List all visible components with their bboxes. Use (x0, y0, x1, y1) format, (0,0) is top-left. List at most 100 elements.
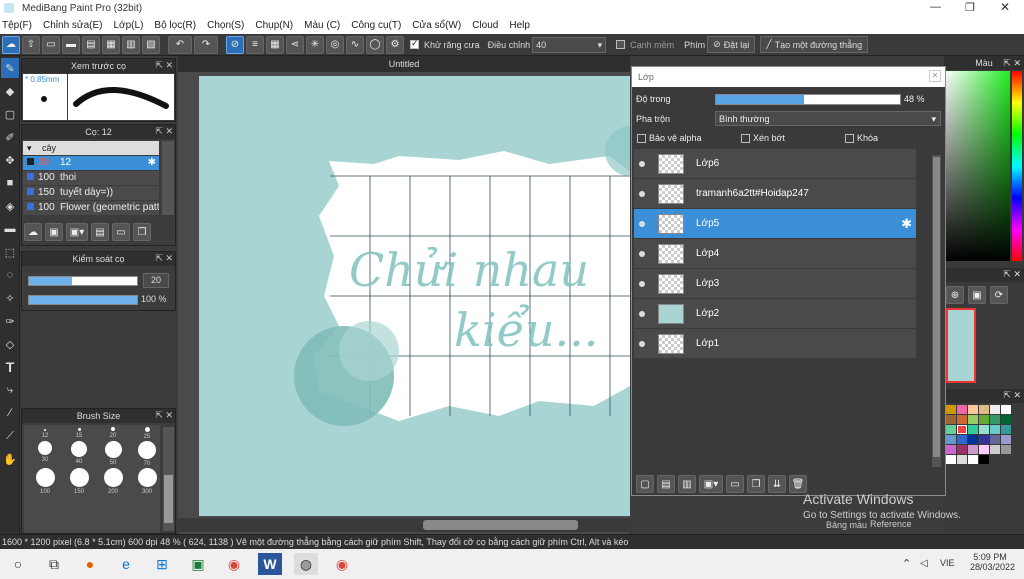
panel-controls-icon[interactable]: ⇱ ✕ (1003, 56, 1021, 70)
size-preset[interactable]: 30 (30, 441, 60, 467)
menu-help[interactable]: Help (509, 20, 530, 31)
menu-select[interactable]: Chọn(S) (207, 20, 244, 31)
protect-alpha-checkbox[interactable] (637, 134, 646, 144)
visibility-icon[interactable] (639, 310, 645, 317)
magic-wand-icon[interactable]: ✧ (1, 288, 19, 308)
firefox-icon[interactable]: ● (78, 553, 102, 575)
folder-icon[interactable]: ▭ (726, 475, 744, 493)
settings-snap-icon[interactable]: ⚙ (386, 35, 404, 54)
artwork-canvas[interactable]: Chửi nhau kiểu... (199, 76, 630, 516)
layer-row[interactable]: tramanh6a2tt#Hoidap247 (634, 179, 916, 208)
dropper-icon[interactable]: ⟋ (1, 426, 19, 446)
panel-icon[interactable]: ▥ (122, 35, 140, 54)
reset-button[interactable]: ⊘ Đặt lại (707, 36, 756, 53)
layer-row[interactable]: Lớp3 (634, 269, 916, 298)
brush-item-selected[interactable]: 20 12 ✱ (23, 156, 159, 170)
menu-filter[interactable]: Bộ lọc(R) (154, 20, 196, 31)
eyedropper-icon[interactable]: ⁄ (1, 403, 19, 423)
folder-icon[interactable]: ▭ (112, 223, 130, 241)
rect-tool-icon[interactable]: ▢ (1, 104, 19, 124)
task-view-icon[interactable]: ⧉ (42, 553, 66, 575)
swatch[interactable] (957, 445, 967, 454)
swatch[interactable] (1001, 415, 1011, 424)
menu-window[interactable]: Cửa sổ(W) (412, 20, 461, 31)
new-8bit-icon[interactable]: ▥ (678, 475, 696, 493)
protect-alpha-option[interactable]: Bảo vệ alpha (637, 133, 702, 144)
size-preset[interactable]: 50 (98, 441, 128, 467)
layer-scrollbar[interactable] (932, 155, 941, 467)
lock-option[interactable]: Khóa (845, 133, 878, 144)
fit-icon[interactable]: ▣ (968, 286, 986, 304)
edge-icon[interactable]: e (114, 553, 138, 575)
rotate-icon[interactable]: ⟳ (990, 286, 1008, 304)
brush-group[interactable]: ▾ cây (23, 141, 159, 155)
lock-checkbox[interactable] (845, 134, 854, 144)
select-eraser-icon[interactable]: ◇ (1, 334, 19, 354)
language-indicator[interactable]: VIE (940, 558, 955, 568)
swatch[interactable] (990, 435, 1000, 444)
size-preset[interactable]: 200 (98, 468, 128, 495)
swatch[interactable] (979, 435, 989, 444)
add-layer-menu-icon[interactable]: ▣▾ (699, 475, 723, 493)
swatch[interactable] (1001, 455, 1011, 464)
close-icon[interactable]: ✕ (929, 70, 941, 82)
size-preset[interactable]: 12 (30, 427, 60, 440)
undo-icon[interactable]: ↶ (168, 35, 192, 54)
clip-checkbox[interactable] (741, 134, 750, 144)
swatch[interactable] (990, 425, 1000, 434)
swatch[interactable] (1001, 435, 1011, 444)
chat-icon[interactable]: ▬ (62, 35, 80, 54)
swatch[interactable] (957, 415, 967, 424)
swatch[interactable] (957, 455, 967, 464)
vanish-snap-icon[interactable]: ⋖ (286, 35, 304, 54)
swatch[interactable] (968, 405, 978, 414)
volume-icon[interactable]: ◁ (920, 558, 928, 569)
eraser-tool-icon[interactable]: ◆ (1, 81, 19, 101)
text-tool-icon[interactable]: T (1, 357, 19, 377)
snap-off-icon[interactable]: ⊘ (226, 35, 244, 54)
layer-opacity-slider[interactable] (715, 94, 901, 105)
straight-line-button[interactable]: ╱ Tạo một đường thẳng (760, 36, 869, 53)
search-icon[interactable]: ○ (6, 553, 30, 575)
swatch[interactable] (1001, 405, 1011, 414)
swatch[interactable] (957, 425, 967, 434)
share-icon[interactable]: ⇧ (22, 35, 40, 54)
move-tool-icon[interactable]: ✥ (1, 150, 19, 170)
swatch[interactable] (946, 455, 956, 464)
swatch[interactable] (946, 445, 956, 454)
chevron-up-icon[interactable]: ⌃ (902, 557, 911, 570)
size-slider[interactable] (28, 276, 138, 286)
size-preset[interactable]: 100 (30, 468, 60, 495)
panel-controls-icon[interactable]: ⇱ ✕ (155, 126, 173, 137)
brush-tool-icon[interactable]: ✎ (1, 58, 19, 78)
layer-window-titlebar[interactable]: Lớp ✕ (632, 67, 945, 87)
canvas-hscrollbar[interactable] (178, 518, 630, 532)
size-preset[interactable]: 150 (64, 468, 94, 495)
opacity-slider[interactable] (28, 295, 138, 305)
layer-row[interactable]: Lớp2 (634, 299, 916, 328)
zoom-in-icon[interactable]: ⊕ (946, 286, 964, 304)
swatch[interactable] (957, 405, 967, 414)
layer-row[interactable]: Lớp6 (634, 149, 916, 178)
swatch[interactable] (946, 415, 956, 424)
antialias-checkbox[interactable] (410, 38, 419, 49)
canvas-tab[interactable]: Untitled (178, 56, 630, 72)
hue-slider[interactable] (1012, 71, 1022, 261)
size-preset[interactable]: 40 (64, 441, 94, 467)
swatch[interactable] (946, 405, 956, 414)
minimize-icon[interactable]: — (930, 1, 941, 13)
excel-icon[interactable]: ▣ (186, 553, 210, 575)
grid-icon[interactable]: ▦ (102, 35, 120, 54)
pen-tool-icon[interactable]: ✐ (1, 127, 19, 147)
layer-row[interactable]: Lớp4 (634, 239, 916, 268)
scroll-thumb[interactable] (423, 520, 578, 530)
gear-icon[interactable]: ✱ (148, 156, 156, 170)
clock[interactable]: 5:09 PM 28/03/2022 (970, 552, 1015, 572)
swatch[interactable] (979, 425, 989, 434)
list-item[interactable]: 100 Flower (geometric patt (23, 201, 159, 215)
restore-icon[interactable]: ❐ (965, 1, 975, 14)
new-layer-icon[interactable]: ▢ (636, 475, 654, 493)
cross-snap-icon[interactable]: ▦ (266, 35, 284, 54)
word-icon[interactable]: W (258, 553, 282, 575)
swatch[interactable] (979, 405, 989, 414)
